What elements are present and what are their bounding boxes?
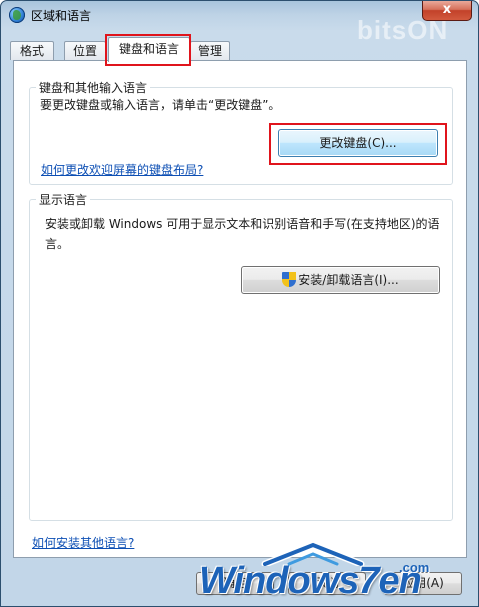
globe-icon bbox=[9, 7, 25, 23]
tab-panel: 键盘和其他输入语言 要更改键盘或输入语言，请单击“更改键盘”。 更改键盘(C).… bbox=[13, 60, 467, 558]
install-other-languages-link[interactable]: 如何安装其他语言? bbox=[32, 534, 134, 553]
display-language-group: 显示语言 bbox=[29, 191, 453, 521]
apply-button[interactable]: 应用(A) bbox=[384, 572, 462, 595]
cancel-button[interactable]: 取消 bbox=[288, 572, 366, 595]
title-bar[interactable]: 区域和语言 bitsON x bbox=[1, 1, 478, 45]
tab-formats[interactable]: 格式 bbox=[10, 41, 54, 60]
keyboard-group-title: 键盘和其他输入语言 bbox=[36, 79, 151, 96]
display-description-line2: 言。 bbox=[45, 237, 70, 251]
uac-shield-icon bbox=[282, 272, 297, 287]
dialog-window: 区域和语言 bitsON x 格式 位置 键盘和语言 管理 键盘和其他输入语言 … bbox=[0, 0, 479, 607]
install-uninstall-languages-button[interactable]: 安装/卸载语言(I)... bbox=[241, 266, 440, 294]
close-icon: x bbox=[442, 2, 452, 17]
ok-button[interactable]: 确定 bbox=[196, 572, 274, 595]
install-button-label: 安装/卸载语言(I)... bbox=[298, 273, 399, 287]
tab-keyboards-languages[interactable]: 键盘和语言 bbox=[108, 37, 190, 62]
tab-administrative[interactable]: 管理 bbox=[190, 41, 230, 60]
welcome-keyboard-help-link[interactable]: 如何更改欢迎屏幕的键盘布局? bbox=[41, 161, 203, 180]
window-title: 区域和语言 bbox=[31, 9, 92, 23]
keyboard-description: 要更改键盘或输入语言，请单击“更改键盘”。 bbox=[40, 98, 281, 112]
close-button[interactable]: x bbox=[422, 1, 472, 21]
display-language-title: 显示语言 bbox=[36, 191, 91, 208]
change-keyboards-button[interactable]: 更改键盘(C)... bbox=[278, 129, 438, 157]
display-description-line1: 安装或卸载 Windows 可用于显示文本和识别语音和手写(在支持地区)的语 bbox=[45, 217, 440, 231]
tab-location[interactable]: 位置 bbox=[64, 41, 106, 60]
